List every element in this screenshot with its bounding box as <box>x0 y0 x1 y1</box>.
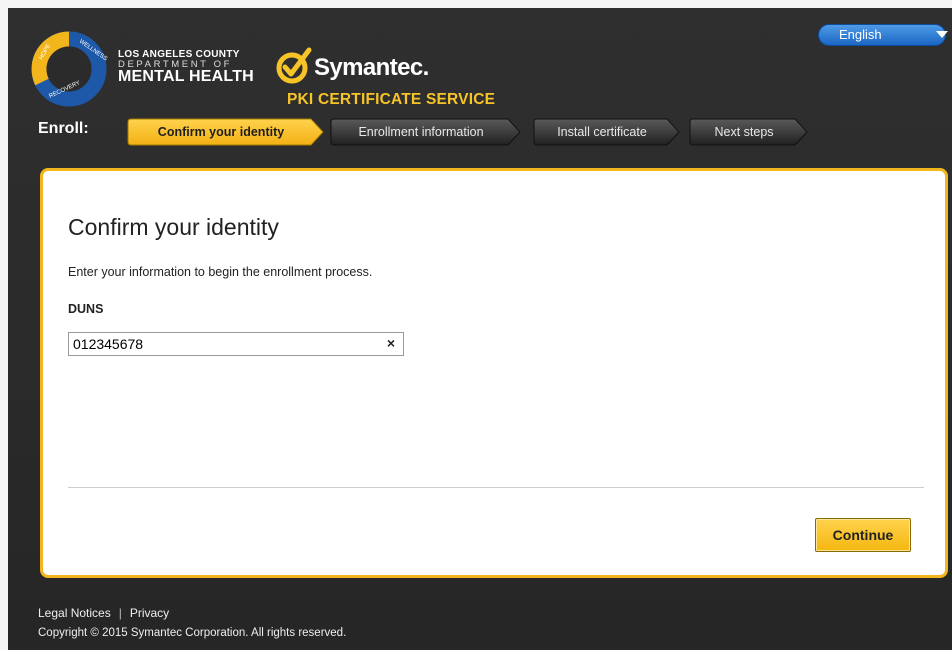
step-install-certificate[interactable]: Install certificate <box>533 118 681 146</box>
privacy-link[interactable]: Privacy <box>130 606 169 620</box>
legal-notices-link[interactable]: Legal Notices <box>38 606 111 620</box>
continue-button[interactable]: Continue <box>815 518 911 552</box>
footer-links: Legal Notices | Privacy <box>38 606 169 620</box>
duns-input[interactable] <box>69 333 369 355</box>
step-label: Confirm your identity <box>157 125 285 139</box>
step-label: Enrollment information <box>358 125 484 139</box>
brand-name: Symantec. <box>314 54 429 81</box>
step-confirm-identity[interactable]: Confirm your identity <box>127 118 325 146</box>
step-enrollment-information[interactable]: Enrollment information <box>330 118 522 146</box>
page-title: Confirm your identity <box>68 214 279 240</box>
dmh-logo-icon: HOPE WELLNESS RECOVERY <box>31 31 108 107</box>
language-value: English <box>839 27 882 42</box>
intro-text: Enter your information to begin the enro… <box>68 265 373 279</box>
org-line-3: MENTAL HEALTH <box>118 68 254 85</box>
divider <box>68 487 924 488</box>
enroll-label: Enroll: <box>38 120 89 137</box>
duns-label: DUNS <box>68 302 104 316</box>
step-label: Install certificate <box>557 125 647 139</box>
footer-separator: | <box>118 606 122 620</box>
step-label: Next steps <box>714 125 774 139</box>
service-name: PKI CERTIFICATE SERVICE <box>287 91 496 108</box>
language-select[interactable]: English <box>818 24 948 46</box>
symantec-check-icon <box>276 47 312 84</box>
step-next-steps[interactable]: Next steps <box>689 118 809 146</box>
clear-icon[interactable]: × <box>387 335 395 351</box>
dmh-wordmark: LOS ANGELES COUNTY DEPARTMENT OF MENTAL … <box>118 50 254 85</box>
identity-panel: Confirm your identity Enter your informa… <box>40 168 948 578</box>
copyright-text: Copyright © 2015 Symantec Corporation. A… <box>38 627 347 639</box>
duns-field-wrapper: × <box>68 332 404 356</box>
